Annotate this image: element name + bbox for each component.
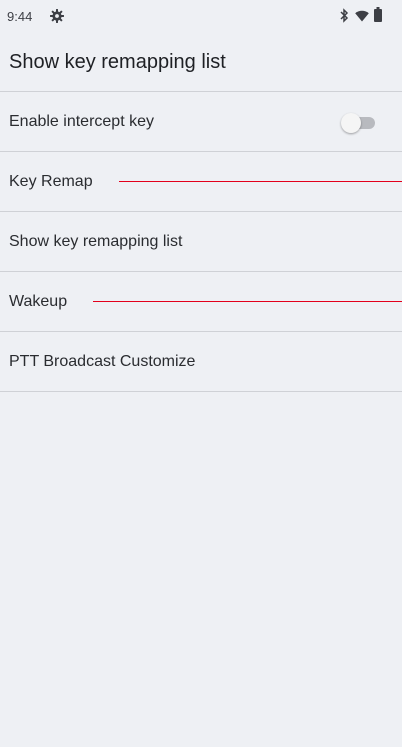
settings-item-label: PTT Broadcast Customize: [9, 353, 196, 370]
settings-item-label: Show key remapping list: [9, 233, 183, 250]
settings-item-wakeup[interactable]: Wakeup: [0, 271, 402, 331]
page-title: Show key remapping list: [9, 51, 226, 73]
settings-item-label: Enable intercept key: [9, 113, 154, 130]
status-bar: 9:44: [0, 0, 402, 34]
wifi-icon: [355, 10, 369, 22]
enable-intercept-toggle[interactable]: [341, 113, 377, 133]
settings-screen: 9:44 Show key remapping list Enable inte…: [0, 0, 402, 747]
settings-list: Enable intercept key Key Remap Show key …: [0, 91, 402, 392]
battery-icon: [374, 7, 382, 22]
gear-icon: [50, 9, 64, 23]
toggle-thumb: [341, 113, 361, 133]
annotation-line: [119, 181, 402, 182]
settings-item-label: Key Remap: [9, 173, 93, 190]
app-bar: Show key remapping list: [0, 34, 402, 91]
settings-item-label: Wakeup: [9, 293, 68, 310]
status-time: 9:44: [7, 9, 33, 24]
bluetooth-icon: [340, 8, 349, 23]
annotation-line: [93, 301, 402, 302]
settings-item-enable-intercept-key[interactable]: Enable intercept key: [0, 91, 402, 151]
settings-item-show-key-remapping-list[interactable]: Show key remapping list: [0, 211, 402, 271]
settings-item-key-remap[interactable]: Key Remap: [0, 151, 402, 211]
settings-item-ptt-broadcast-customize[interactable]: PTT Broadcast Customize: [0, 331, 402, 392]
